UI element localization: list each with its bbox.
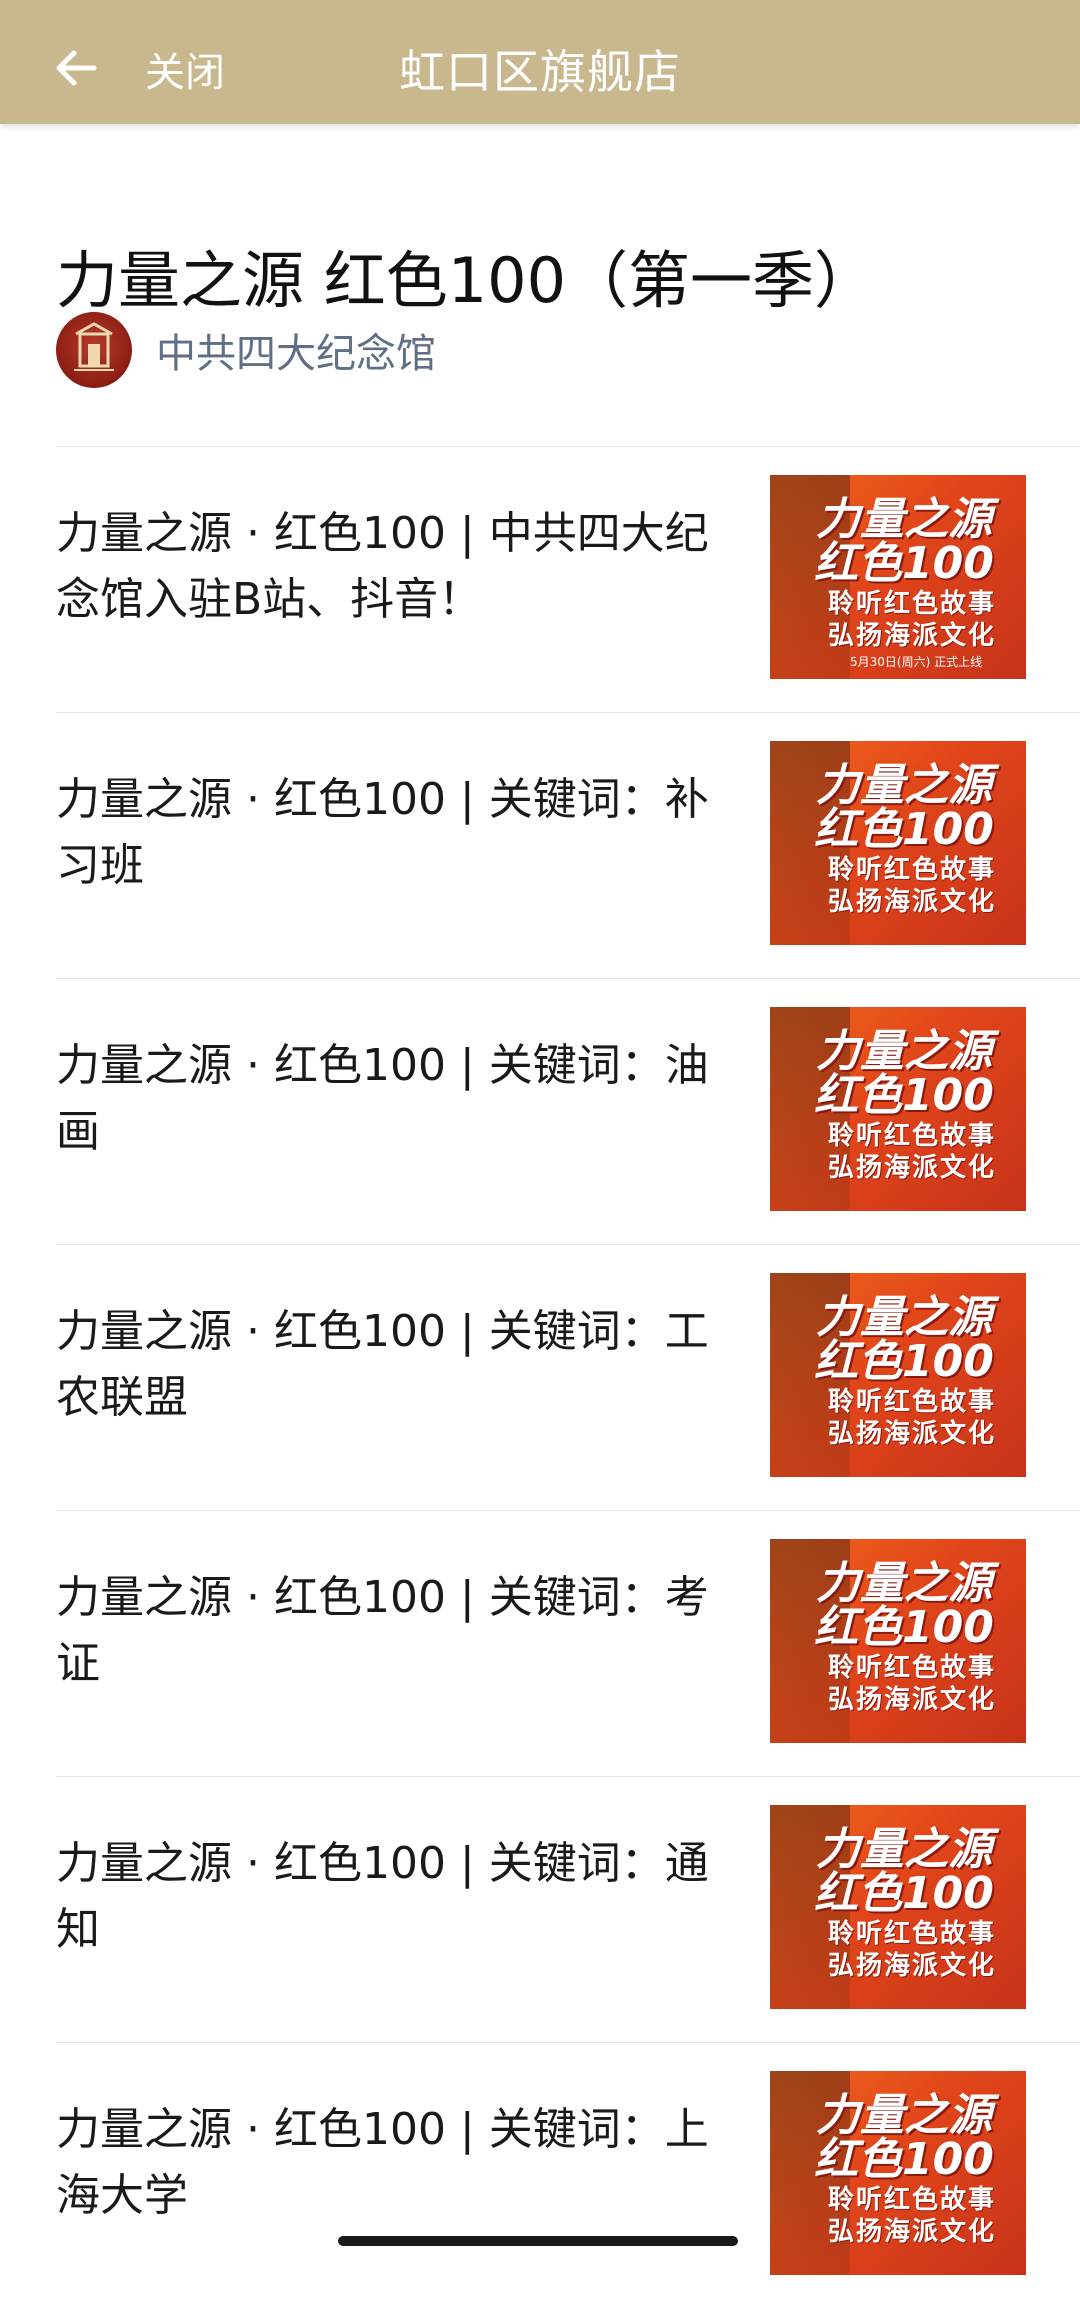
- article-title: 力量之源 红色100（第一季）: [56, 243, 877, 317]
- list-item-thumbnail[interactable]: 力量之源 红色100 聆听红色故事 弘扬海派文化: [770, 1007, 1026, 1211]
- thumbnail-text-4: 弘扬海派文化: [827, 1419, 996, 1449]
- thumbnail-text-4: 弘扬海派文化: [827, 1153, 996, 1183]
- thumbnail-text-2: 红色100: [814, 538, 994, 589]
- thumbnail-text-4: 弘扬海派文化: [827, 1951, 996, 1981]
- author-row[interactable]: 中共四大纪念馆: [56, 312, 436, 388]
- list-item-title: 力量之源 · 红色100 | 关键词：上海大学: [56, 2104, 709, 2221]
- author-avatar[interactable]: [56, 312, 132, 388]
- list-item-title: 力量之源 · 红色100 | 关键词：通知: [56, 1838, 709, 1955]
- thumbnail-text-2: 红色100: [814, 1868, 994, 1919]
- list-item-title: 力量之源 · 红色100 | 关键词：工农联盟: [56, 1306, 709, 1423]
- list-item[interactable]: 力量之源 · 红色100 | 中共四大纪念馆入驻B站、抖音！ 力量之源 红色100 聆…: [56, 446, 1080, 713]
- thumbnail-text-2: 红色100: [814, 804, 994, 855]
- list-item-thumbnail[interactable]: 力量之源 红色100 聆听红色故事 弘扬海派文化: [770, 1273, 1026, 1477]
- list-item-title: 力量之源 · 红色100 | 关键词：油画: [56, 1040, 709, 1157]
- list-item[interactable]: 力量之源 · 红色100 | 关键词：工农联盟 力量之源 红色100 聆听红色故事 弘扬…: [56, 1244, 1080, 1511]
- thumbnail-text-2: 红色100: [814, 1336, 994, 1387]
- thumbnail-text-2: 红色100: [814, 1070, 994, 1121]
- home-indicator[interactable]: [338, 2236, 738, 2246]
- page-title: 虹口区旗舰店: [399, 45, 681, 99]
- top-bar: 关闭 虹口区旗舰店: [0, 0, 1080, 124]
- list-item[interactable]: 力量之源 · 红色100 | 关键词：通知 力量之源 红色100 聆听红色故事 弘扬海派…: [56, 1776, 1080, 2043]
- list-item[interactable]: 力量之源 · 红色100 | 关键词：补习班 力量之源 红色100 聆听红色故事 弘扬海…: [56, 712, 1080, 979]
- list-item[interactable]: 力量之源 · 红色100 | 关键词：油画 力量之源 红色100 聆听红色故事 弘扬海派…: [56, 978, 1080, 1245]
- thumbnail-text-2: 红色100: [814, 1602, 994, 1653]
- list-item-title: 力量之源 · 红色100 | 关键词：考证: [56, 1572, 709, 1689]
- thumbnail-text-4: 弘扬海派文化: [827, 887, 996, 917]
- thumbnail-text-4: 弘扬海派文化: [827, 1685, 996, 1715]
- list-item-title: 力量之源 · 红色100 | 中共四大纪念馆入驻B站、抖音！: [56, 508, 709, 625]
- list-item-thumbnail[interactable]: 力量之源 红色100 聆听红色故事 弘扬海派文化: [770, 1805, 1026, 2009]
- list-item-thumbnail[interactable]: 力量之源 红色100 聆听红色故事 弘扬海派文化: [770, 741, 1026, 945]
- thumbnail-text-4: 弘扬海派文化: [827, 621, 996, 651]
- thumbnail-text-2: 红色100: [814, 2134, 994, 2185]
- thumbnail-text-4: 弘扬海派文化: [827, 2217, 996, 2247]
- list-item[interactable]: 力量之源 · 红色100 | 关键词：考证 力量之源 红色100 聆听红色故事 弘扬海派…: [56, 1510, 1080, 1777]
- list-item-thumbnail[interactable]: 力量之源 红色100 聆听红色故事 弘扬海派文化 5月30日(周六) 正式上线: [770, 475, 1026, 679]
- list-item-thumbnail[interactable]: 力量之源 红色100 聆听红色故事 弘扬海派文化: [770, 1539, 1026, 1743]
- author-name[interactable]: 中共四大纪念馆: [156, 321, 436, 379]
- thumbnail-text-5: 5月30日(周六) 正式上线: [850, 655, 983, 669]
- list-item-title: 力量之源 · 红色100 | 关键词：补习班: [56, 774, 709, 891]
- memorial-logo-icon: [74, 322, 114, 371]
- list-item-thumbnail[interactable]: 力量之源 红色100 聆听红色故事 弘扬海派文化: [770, 2071, 1026, 2275]
- list-item[interactable]: 力量之源 · 红色100 | 关键词：上海大学 力量之源 红色100 聆听红色故事 弘扬…: [56, 2042, 1080, 2309]
